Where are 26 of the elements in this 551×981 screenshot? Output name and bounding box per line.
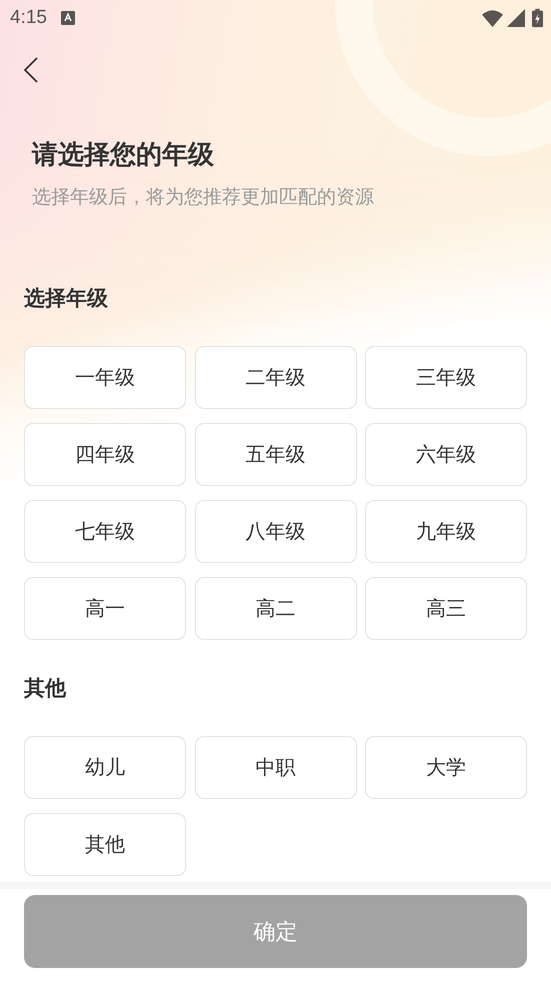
grade-option[interactable]: 高三 [365,577,527,640]
grade-option[interactable]: 二年级 [194,346,356,409]
grade-option[interactable]: 六年级 [365,423,527,486]
section-heading: 选择年级 [24,285,108,312]
page-subtitle: 选择年级后，将为您推荐更加匹配的资源 [32,185,374,210]
grade-option[interactable]: 七年级 [24,500,186,563]
grade-option[interactable]: 五年级 [194,423,356,486]
signal-icon [507,9,525,27]
grade-option[interactable]: 一年级 [24,346,186,409]
status-time: 4:15 [10,7,47,29]
back-icon[interactable] [24,57,38,83]
grade-option[interactable]: 八年级 [194,500,356,563]
grade-option[interactable]: 四年级 [24,423,186,486]
section-heading: 其他 [24,675,66,702]
grade-option[interactable]: 中职 [194,736,356,799]
battery-charging-icon [532,8,543,28]
grade-option[interactable]: 高一 [24,577,186,640]
wifi-icon [481,8,504,28]
page-title: 请选择您的年级 [32,139,214,172]
grade-option[interactable]: 大学 [365,736,527,799]
grade-option[interactable]: 其他 [24,813,186,876]
grade-option[interactable]: 高二 [194,577,356,640]
keyboard-icon [60,11,75,25]
grade-option[interactable]: 幼儿 [24,736,186,799]
grade-option[interactable]: 九年级 [365,500,527,563]
grade-option[interactable]: 三年级 [365,346,527,409]
